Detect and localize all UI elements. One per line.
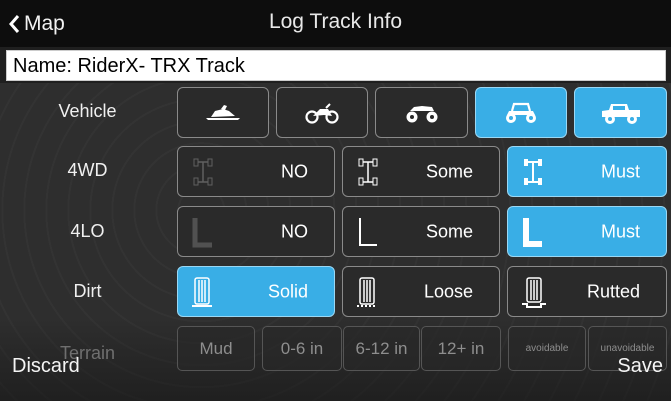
drivetrain-icon: [192, 157, 214, 187]
low-gear-icon: [522, 216, 544, 248]
back-to-map-button[interactable]: Map: [8, 10, 65, 38]
4wd-option-label: Some: [425, 161, 473, 181]
4wd-option-some[interactable]: Some: [342, 146, 500, 197]
terrain-option-6-12in[interactable]: 6-12 in: [343, 326, 420, 371]
jeep-icon: [599, 101, 643, 125]
dirt-option-solid[interactable]: Solid: [177, 266, 335, 317]
4lo-option-label: NO: [281, 221, 308, 241]
utv-icon: [503, 101, 539, 125]
drivetrain-icon: [522, 157, 544, 187]
terrain-option-12plus-in[interactable]: 12+ in: [421, 326, 501, 371]
terrain-option-avoidable[interactable]: avoidable: [508, 326, 586, 371]
vehicle-option-dirtbike[interactable]: [276, 87, 368, 138]
top-bar: Map Log Track Info: [0, 0, 671, 47]
dirt-option-loose[interactable]: Loose: [342, 266, 500, 317]
4lo-label: 4LO: [70, 221, 105, 241]
4lo-option-label: Some: [425, 221, 473, 241]
4wd-label: 4WD: [67, 160, 108, 180]
terrain-option-0-6in[interactable]: 0-6 in: [262, 326, 342, 371]
4wd-option-no[interactable]: NO: [177, 146, 335, 197]
vehicle-option-utv[interactable]: [475, 87, 567, 138]
page-title: Log Track Info: [268, 10, 403, 33]
4lo-option-some[interactable]: Some: [342, 206, 500, 257]
low-gear-icon: [357, 216, 379, 248]
4wd-option-label: NO: [281, 161, 308, 181]
vehicle-option-atv[interactable]: [375, 87, 468, 138]
dirt-option-label: Rutted: [586, 281, 640, 301]
chevron-left-icon: [9, 15, 20, 33]
snowmobile-icon: [203, 103, 243, 123]
terrain-option-mud[interactable]: Mud: [177, 326, 255, 371]
drivetrain-icon: [357, 157, 379, 187]
tire-tread-icon: [192, 276, 212, 308]
vehicle-option-jeep[interactable]: [574, 87, 667, 138]
track-name-input[interactable]: Name: RiderX- TRX Track: [6, 50, 666, 81]
back-label: Map: [24, 12, 65, 35]
atv-icon: [404, 102, 440, 124]
save-button[interactable]: Save: [617, 355, 663, 378]
dirtbike-icon: [304, 102, 340, 124]
4wd-option-must[interactable]: Must: [507, 146, 667, 197]
discard-button[interactable]: Discard: [12, 355, 80, 378]
low-gear-icon: [192, 216, 214, 248]
vehicle-option-snowmobile[interactable]: [177, 87, 269, 138]
vehicle-label: Vehicle: [58, 101, 117, 121]
4lo-option-no[interactable]: NO: [177, 206, 335, 257]
dirt-option-label: Solid: [267, 281, 308, 301]
dirt-option-rutted[interactable]: Rutted: [507, 266, 667, 317]
tire-tread-icon: [522, 276, 546, 308]
4wd-option-label: Must: [600, 161, 640, 181]
4lo-option-must[interactable]: Must: [507, 206, 667, 257]
4lo-option-label: Must: [600, 221, 640, 241]
dirt-label: Dirt: [73, 281, 102, 301]
tire-tread-icon: [357, 276, 377, 308]
dirt-option-label: Loose: [423, 281, 473, 301]
